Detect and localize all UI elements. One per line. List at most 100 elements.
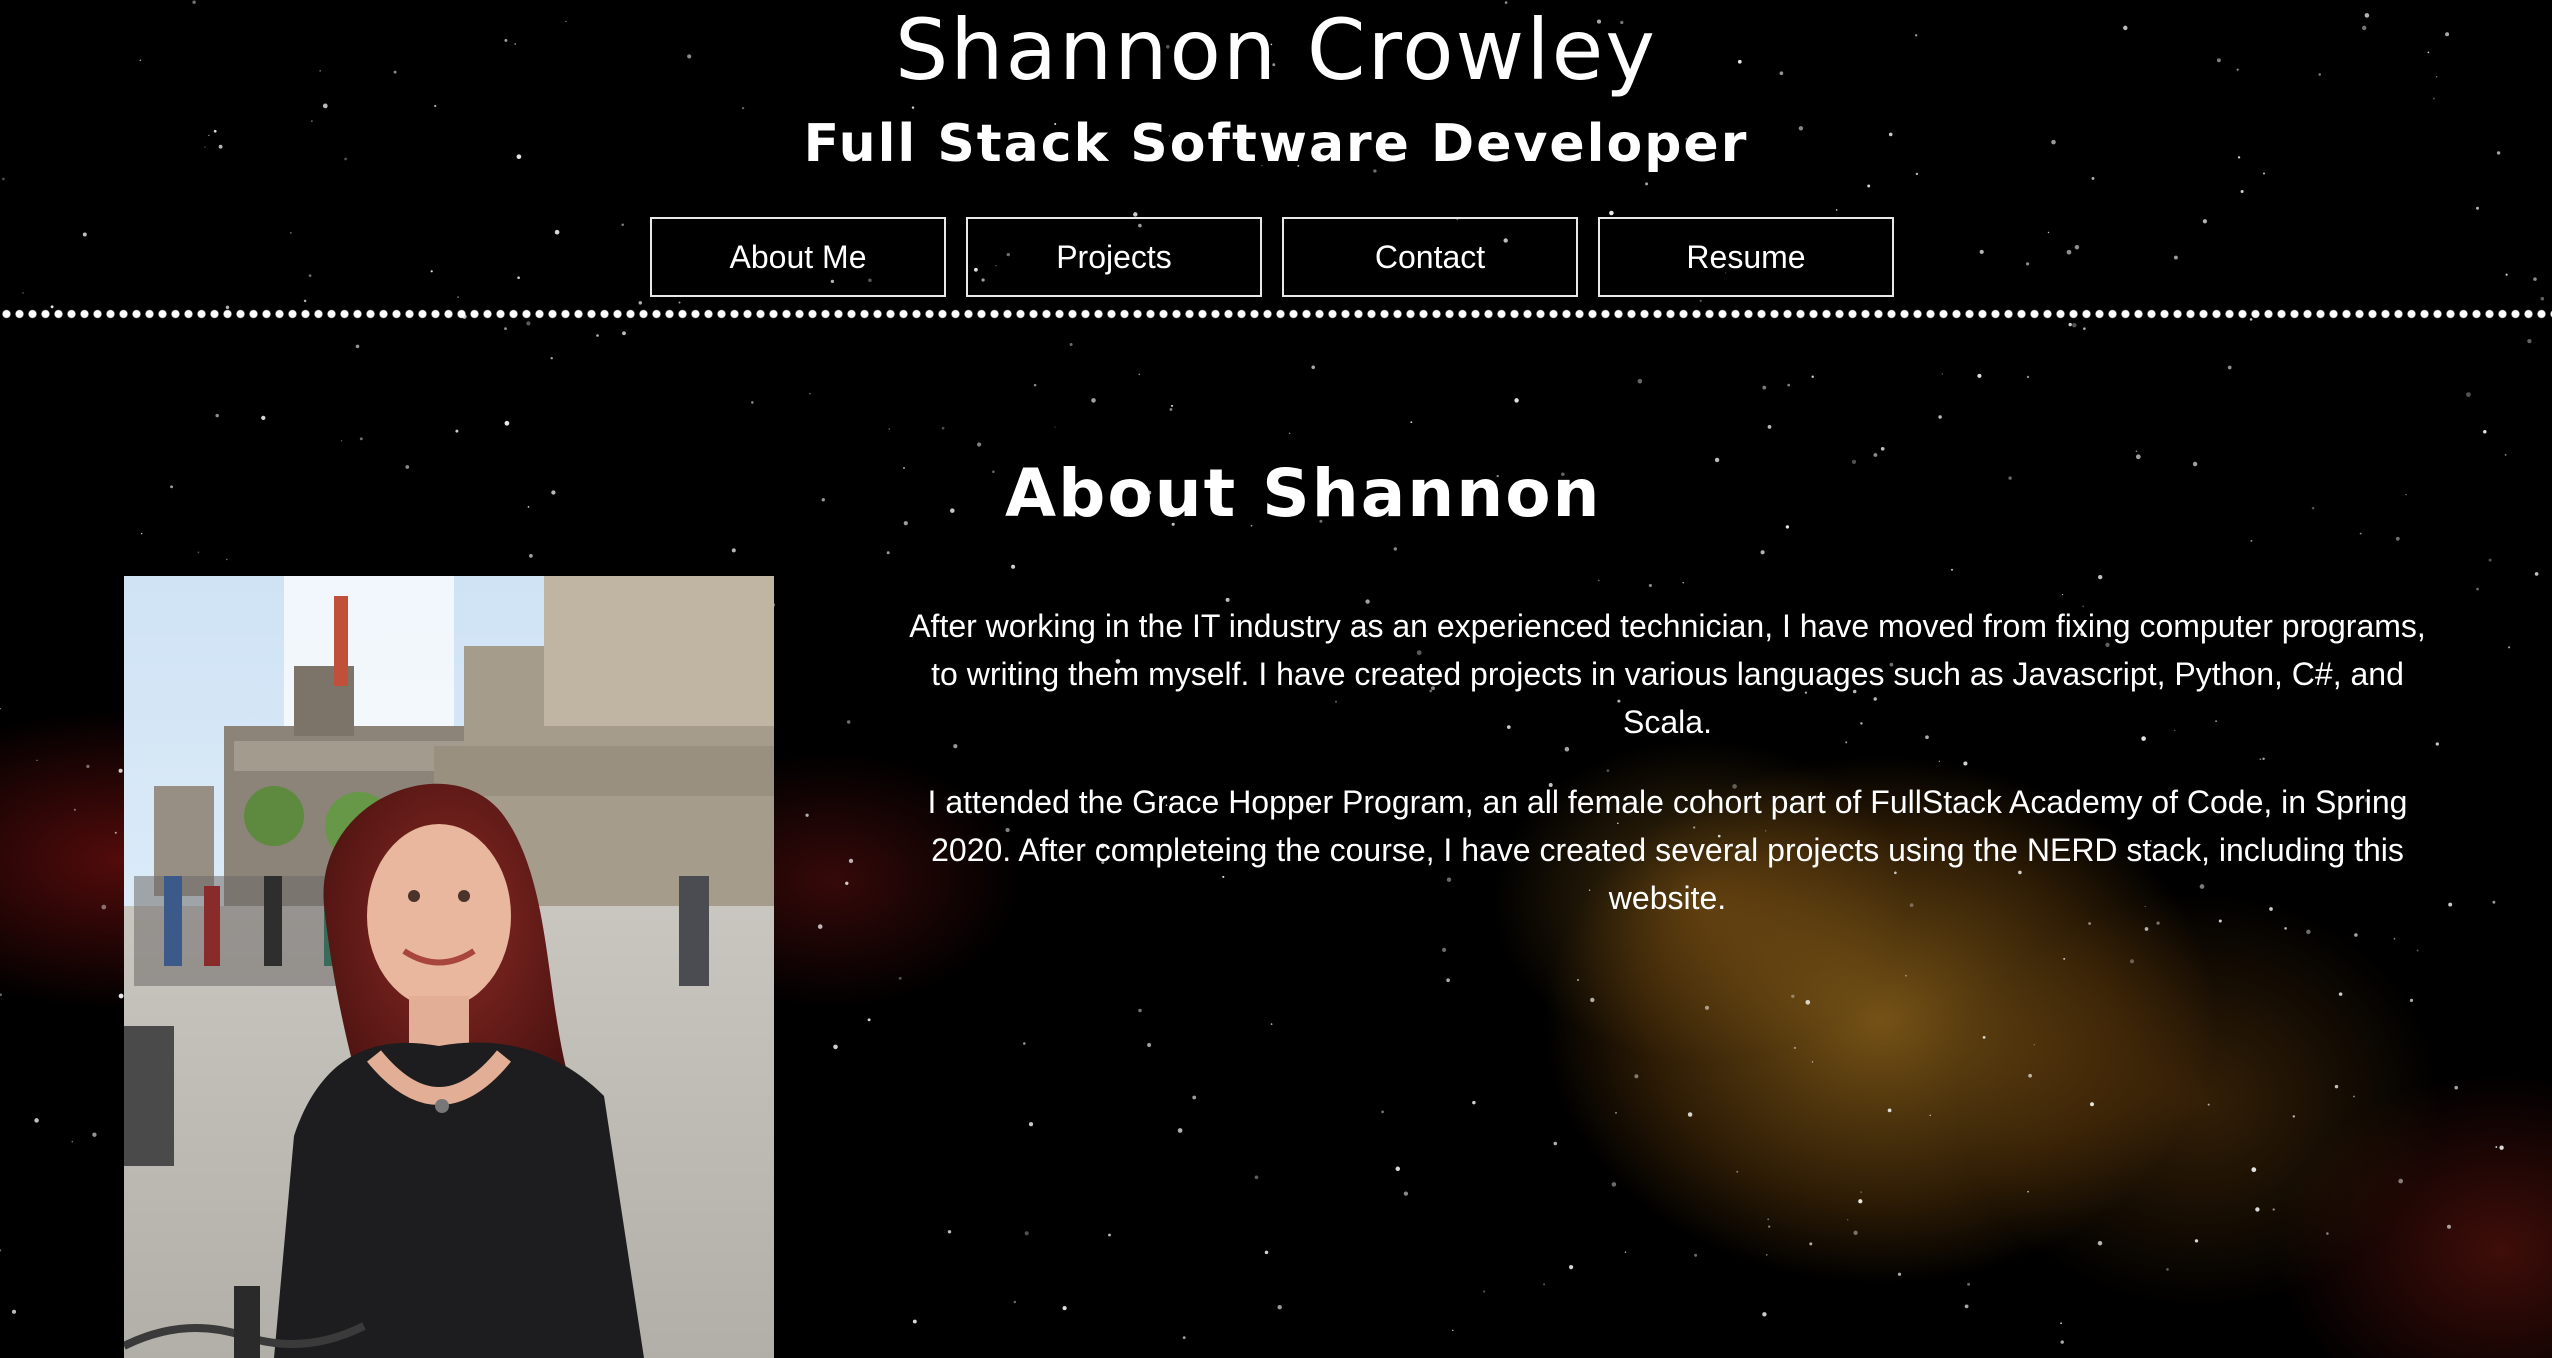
star — [2207, 1103, 2210, 1106]
star — [527, 506, 530, 508]
star — [731, 548, 736, 553]
star — [751, 401, 754, 404]
nav-projects-button[interactable]: Projects — [966, 217, 1262, 297]
star — [82, 232, 87, 237]
star — [1847, 1219, 1849, 1221]
star — [2454, 1085, 2458, 1090]
star — [1177, 1128, 1183, 1133]
star — [1569, 1265, 1574, 1270]
star — [1138, 1008, 1142, 1013]
star — [2251, 1167, 2257, 1173]
star — [2074, 244, 2080, 250]
star — [2061, 593, 2064, 596]
star — [1950, 568, 1954, 571]
star — [2534, 572, 2539, 576]
star — [0, 993, 3, 997]
star — [261, 415, 266, 421]
star — [1395, 1166, 1401, 1172]
star — [1860, 1191, 1862, 1193]
star — [2508, 646, 2511, 649]
star — [2492, 900, 2496, 904]
star — [638, 301, 643, 305]
star — [950, 508, 955, 513]
star — [1762, 1312, 1767, 1317]
star — [1393, 547, 1397, 551]
star — [2097, 1240, 2103, 1246]
star — [912, 1319, 917, 1324]
star — [36, 759, 38, 762]
nav-contact-button[interactable]: Contact — [1282, 217, 1578, 297]
star — [118, 768, 123, 773]
star — [1867, 184, 1871, 188]
star — [2047, 231, 2050, 234]
nav-about-button[interactable]: About Me — [650, 217, 946, 297]
star — [2202, 219, 2208, 224]
star — [551, 490, 556, 495]
star — [1254, 1175, 1259, 1180]
star — [197, 551, 200, 554]
star — [2240, 190, 2244, 193]
star — [114, 831, 117, 834]
star — [2533, 277, 2537, 281]
star — [554, 229, 560, 235]
star — [2250, 539, 2253, 542]
star — [1964, 1304, 1969, 1309]
star — [1023, 1042, 1026, 1045]
star — [809, 392, 811, 395]
star — [1597, 579, 1600, 582]
star — [2504, 454, 2507, 456]
star — [2334, 1084, 2339, 1089]
star — [903, 521, 908, 526]
star — [2227, 365, 2232, 370]
star — [1645, 182, 1649, 186]
star — [2025, 262, 2030, 266]
star — [405, 465, 410, 469]
star — [1311, 365, 1315, 370]
star — [2066, 249, 2072, 255]
star — [2359, 532, 2362, 535]
star — [2311, 506, 2315, 510]
star — [2405, 494, 2407, 496]
star — [621, 223, 624, 226]
star — [977, 442, 982, 447]
star — [455, 429, 459, 433]
star — [1699, 299, 1702, 302]
star — [1897, 1272, 1902, 1276]
star — [2026, 375, 2030, 379]
star — [1811, 1061, 1814, 1063]
star — [0, 1249, 2, 1252]
star — [1967, 1282, 1971, 1286]
star — [1982, 1036, 1986, 1039]
star — [1767, 1218, 1770, 1221]
star — [2475, 206, 2480, 210]
star — [2466, 392, 2471, 397]
star — [846, 720, 851, 724]
star — [101, 904, 107, 910]
star — [888, 428, 890, 430]
nav-resume-button[interactable]: Resume — [1598, 217, 1894, 297]
star — [1687, 1112, 1693, 1117]
star — [2135, 450, 2138, 453]
star — [1624, 1251, 1627, 1253]
star — [2499, 1145, 2504, 1150]
star — [1013, 1300, 1017, 1304]
star — [359, 437, 363, 441]
star — [2395, 536, 2400, 541]
star — [517, 276, 520, 280]
star — [1929, 1114, 1931, 1117]
star — [1766, 1254, 1768, 1256]
star — [1062, 1306, 1067, 1311]
star — [2495, 1146, 2498, 1148]
star — [1543, 1283, 1546, 1286]
star — [1704, 1005, 1710, 1010]
site-title: Shannon Crowley — [894, 1, 1657, 99]
star — [1851, 459, 1857, 465]
star — [992, 470, 995, 474]
bio-paragraph: After working in the IT industry as an e… — [909, 608, 2426, 740]
star — [289, 231, 292, 234]
star — [73, 808, 76, 811]
star — [2527, 338, 2532, 344]
star — [1977, 373, 1982, 378]
star — [1024, 1231, 1029, 1236]
bio-paragraph: I attended the Grace Hopper Program, an … — [927, 784, 2408, 916]
